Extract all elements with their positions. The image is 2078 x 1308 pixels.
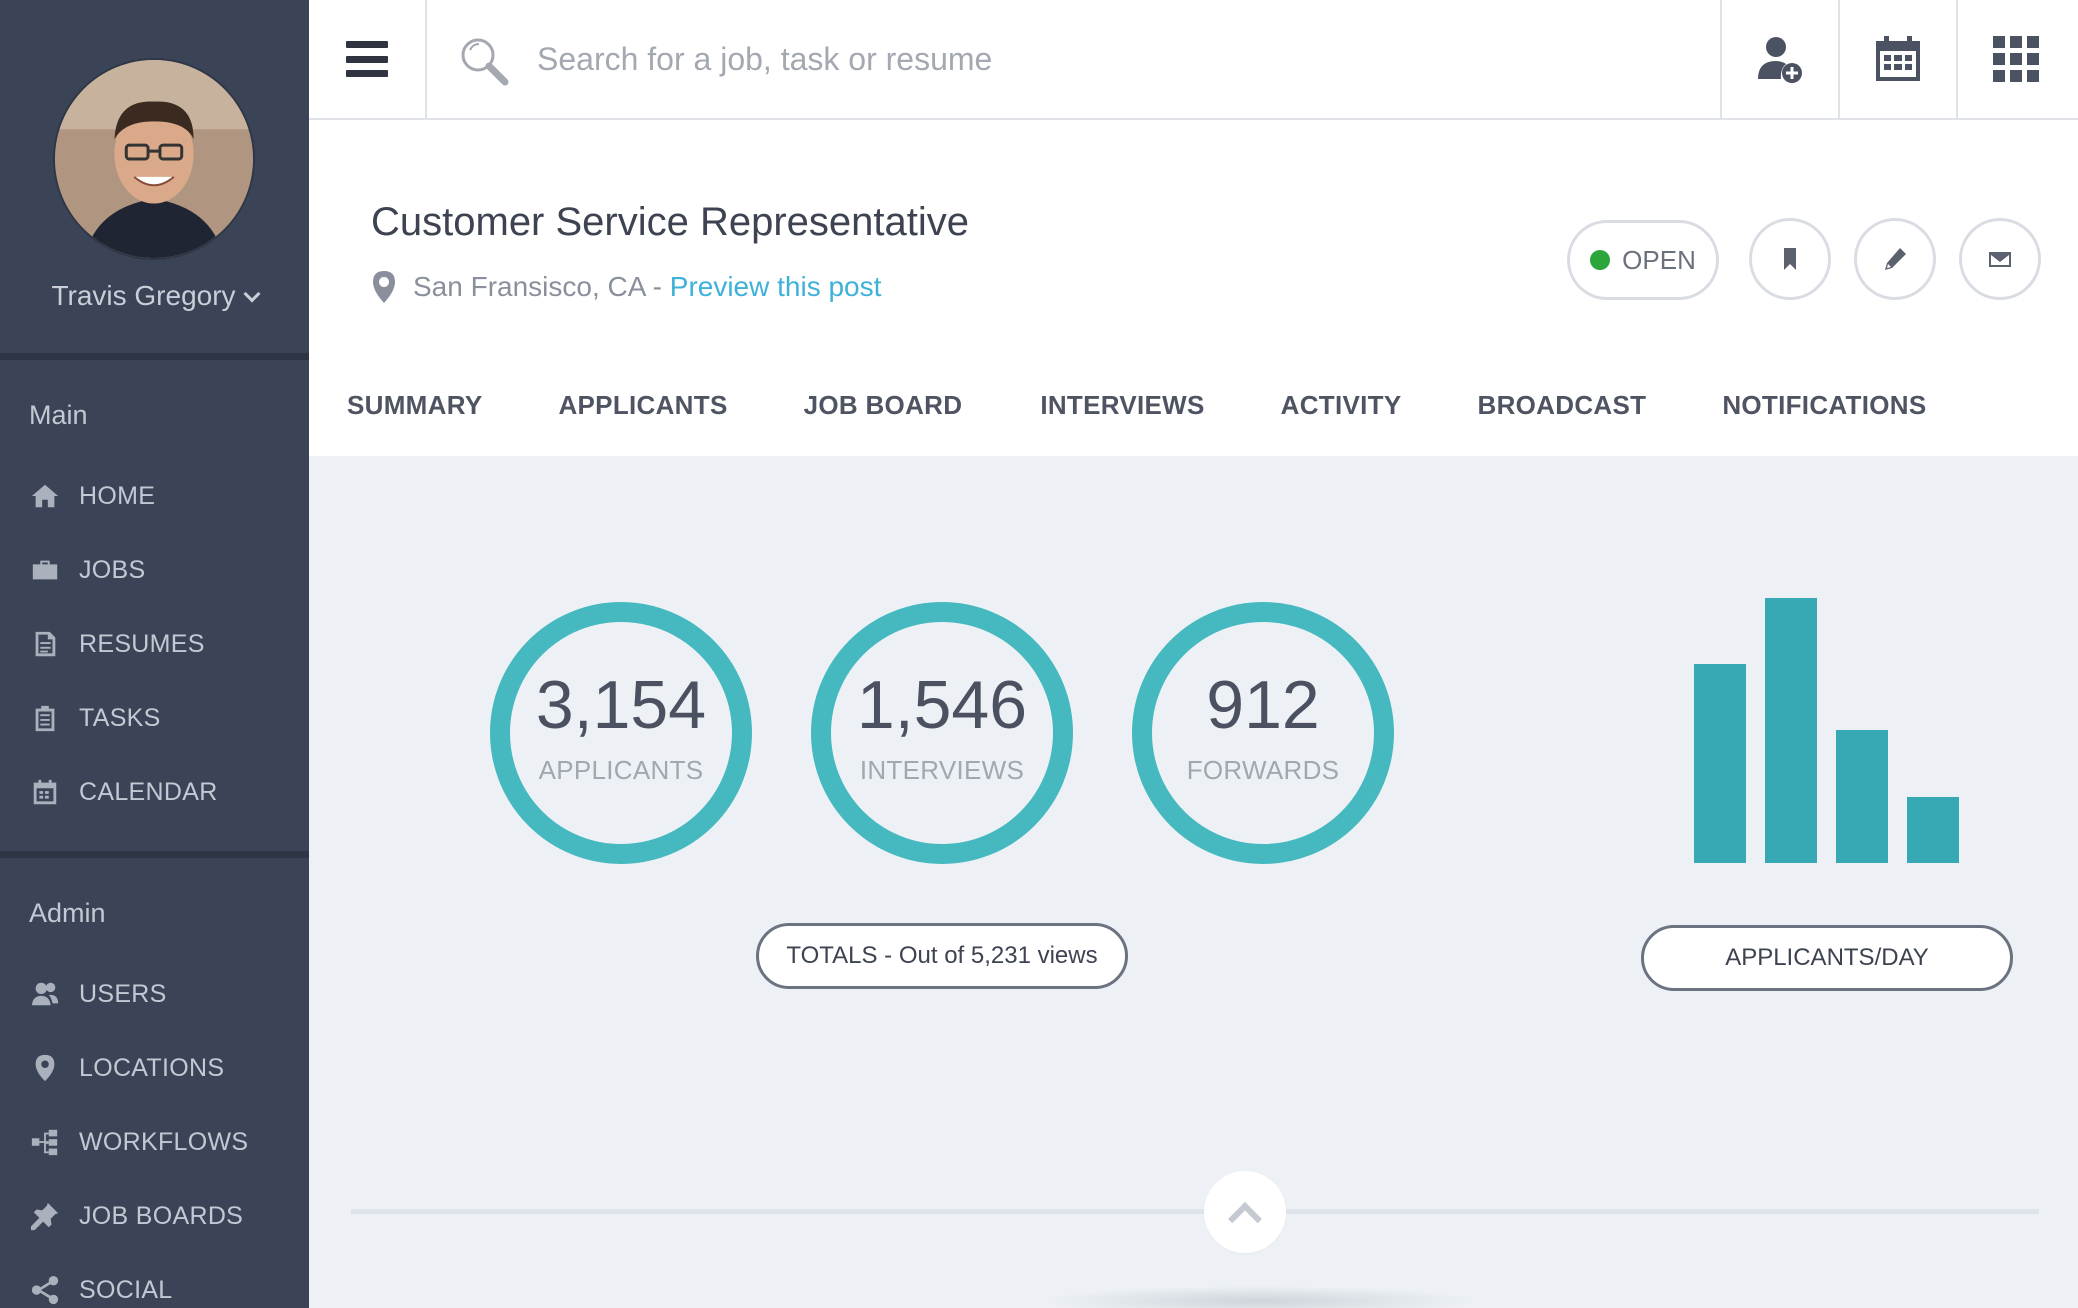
sidebar-item-label: SOCIAL — [79, 1275, 173, 1304]
sidebar-item-label: JOB BOARDS — [79, 1201, 244, 1230]
user-menu-toggle[interactable]: Travis Gregory — [0, 280, 309, 312]
briefcase-icon — [29, 554, 61, 586]
section-divider — [351, 1209, 2039, 1214]
stat-value: 1,546 — [856, 666, 1028, 743]
search-icon — [461, 38, 509, 86]
sidebar-item-label: JOBS — [79, 555, 146, 584]
tab-job-board[interactable]: JOB BOARD — [804, 390, 963, 421]
stat-label: APPLICANTS — [538, 754, 704, 785]
chevron-down-icon — [243, 285, 261, 303]
sidebar-item-label: CALENDAR — [79, 777, 218, 806]
preview-post-link[interactable]: Preview this post — [670, 271, 882, 303]
user-name: Travis Gregory — [51, 280, 236, 311]
avatar[interactable] — [53, 58, 255, 260]
status-toggle-button[interactable]: OPEN — [1567, 220, 1719, 300]
sidebar-divider — [0, 353, 309, 360]
chart-bar-4 — [1907, 797, 1959, 863]
bar-chart-svg — [1694, 598, 1959, 863]
envelope-icon — [1989, 252, 2011, 267]
add-user-button[interactable] — [1720, 0, 1838, 118]
sidebar-item-workflows[interactable]: WORKFLOWS — [0, 1112, 309, 1172]
sidebar-item-label: LOCATIONS — [79, 1053, 225, 1082]
status-dot-icon — [1590, 250, 1611, 270]
forwards-stat: 912 FORWARDS — [1132, 602, 1394, 864]
share-icon — [29, 1274, 61, 1306]
chart-bar-2 — [1765, 598, 1817, 863]
stat-label: INTERVIEWS — [859, 754, 1025, 785]
edit-button[interactable] — [1854, 218, 1936, 300]
tab-interviews[interactable]: INTERVIEWS — [1040, 390, 1204, 421]
tab-summary[interactable]: SUMMARY — [347, 390, 482, 421]
stat-value: 3,154 — [535, 666, 707, 743]
location-pin-icon — [29, 1052, 61, 1084]
bookmark-icon — [1784, 248, 1796, 270]
calendar-icon — [1876, 36, 1920, 81]
collapse-button[interactable] — [1204, 1171, 1286, 1253]
applicants-per-day-label: APPLICANTS/DAY — [1641, 925, 2013, 991]
sidebar-item-tasks[interactable]: TASKS — [0, 688, 309, 748]
tab-notifications[interactable]: NOTIFICATIONS — [1722, 390, 1926, 421]
tab-applicants[interactable]: APPLICANTS — [558, 390, 727, 421]
calendar-button[interactable] — [1838, 0, 1956, 118]
clipboard-icon — [29, 702, 61, 734]
status-label: OPEN — [1622, 244, 1696, 275]
sidebar-item-label: RESUMES — [79, 629, 205, 658]
card-shadow — [1039, 1286, 1479, 1308]
home-icon — [29, 480, 61, 512]
search-input[interactable] — [537, 30, 1687, 88]
sidebar-item-home[interactable]: HOME — [0, 466, 309, 526]
job-location: San Fransisco, CA - Preview this post — [371, 270, 881, 304]
applicants-stat: 3,154 APPLICANTS — [490, 602, 752, 864]
section-title-main: Main — [29, 400, 88, 430]
apps-grid-icon — [1993, 36, 2039, 82]
document-icon — [29, 628, 61, 660]
chevron-up-icon — [1228, 1202, 1262, 1236]
stat-value: 912 — [1206, 666, 1320, 743]
tab-broadcast[interactable]: BROADCAST — [1478, 390, 1647, 421]
user-profile: Travis Gregory — [0, 0, 309, 355]
pushpin-icon — [29, 1200, 61, 1232]
sidebar-item-label: USERS — [79, 979, 167, 1008]
sidebar-item-jobs[interactable]: JOBS — [0, 540, 309, 600]
sidebar-item-label: TASKS — [79, 703, 161, 732]
menu-button[interactable] — [309, 0, 427, 118]
chart-bar-1 — [1694, 664, 1746, 863]
interviews-stat: 1,546 INTERVIEWS — [811, 602, 1073, 864]
sidebar-item-job-boards[interactable]: JOB BOARDS — [0, 1186, 309, 1246]
sidebar: Travis Gregory Main HOME JOBS RESUMES TA… — [0, 0, 309, 1308]
totals-badge: TOTALS - Out of 5,231 views — [756, 923, 1128, 989]
sidebar-item-label: WORKFLOWS — [79, 1127, 249, 1156]
email-button[interactable] — [1959, 218, 2041, 300]
top-bar — [309, 0, 2078, 120]
sidebar-item-calendar[interactable]: CALENDAR — [0, 762, 309, 822]
sidebar-item-locations[interactable]: LOCATIONS — [0, 1038, 309, 1098]
sidebar-item-label: HOME — [79, 481, 156, 510]
menu-icon — [346, 41, 388, 77]
add-user-icon — [1758, 37, 1802, 83]
sidebar-item-users[interactable]: USERS — [0, 964, 309, 1024]
stat-label: FORWARDS — [1186, 754, 1340, 785]
bookmark-button[interactable] — [1749, 218, 1831, 300]
location-pin-icon — [371, 270, 397, 304]
job-tabs: SUMMARY APPLICANTS JOB BOARD INTERVIEWS … — [347, 390, 1927, 421]
section-title-admin: Admin — [29, 898, 106, 928]
summary-panel: 3,154 APPLICANTS 1,546 INTERVIEWS 912 FO… — [309, 456, 2078, 1308]
applicants-per-day-chart — [1694, 598, 1966, 863]
calendar-icon — [29, 776, 61, 808]
workflow-icon — [29, 1126, 61, 1158]
sidebar-item-social[interactable]: SOCIAL — [0, 1260, 309, 1308]
users-icon — [29, 978, 61, 1010]
page-title: Customer Service Representative — [371, 200, 970, 244]
pencil-icon — [1885, 248, 1906, 270]
tab-activity[interactable]: ACTIVITY — [1281, 390, 1402, 421]
chart-bar-3 — [1836, 730, 1888, 863]
search-bar — [427, 0, 1720, 118]
sidebar-divider — [0, 851, 309, 858]
job-header: Customer Service Representative San Fran… — [309, 120, 2078, 456]
apps-grid-button[interactable] — [1956, 0, 2074, 118]
sidebar-item-resumes[interactable]: RESUMES — [0, 614, 309, 674]
location-text: San Fransisco, CA - — [413, 271, 670, 302]
